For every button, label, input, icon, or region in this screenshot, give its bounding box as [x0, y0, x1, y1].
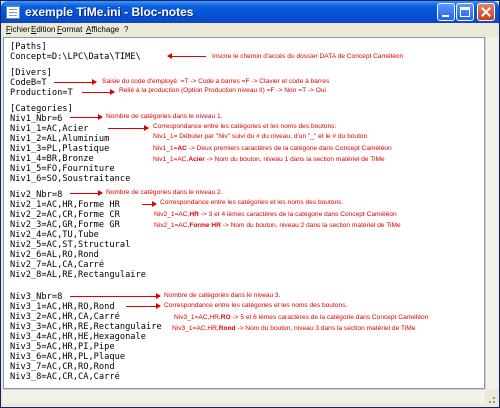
annotation-arrow — [108, 125, 149, 131]
line-niv3-4: Niv3_4=AC,HR,HE,Hexagonale — [10, 332, 146, 342]
annotation-arrow — [167, 53, 206, 59]
menu-bar: Fichier Edition Format Affichage ? — [1, 23, 499, 37]
line-niv1-nbr: Niv1_Nbr=6 — [10, 114, 63, 124]
line-niv3-6: Niv3_6=AC,HR,PL,Plaque — [10, 352, 126, 362]
line-concept: Concept=D:\LPC\Data\TIME\ — [10, 52, 141, 62]
menu-affichage[interactable]: Affichage — [86, 25, 119, 34]
text-editor[interactable]: [Paths] Concept=D:\LPC\Data\TIME\ [Diver… — [3, 37, 485, 389]
line-niv2-1: Niv2_1=AC,HR,Forme HR — [10, 200, 120, 210]
menu-help[interactable]: ? — [124, 25, 128, 34]
line-production: Production=T — [10, 88, 73, 98]
window-title: exemple TiMe.ini - Bloc-notes — [25, 5, 194, 19]
note-niv3-a: Niv3_1=AC,HR,RO -> 5 et 6 ièmes caractèr… — [174, 314, 429, 321]
line-categories: [Categories] — [10, 104, 73, 114]
notepad-icon — [6, 5, 20, 19]
note-niv1-b: Niv1_1=AC -> Deux premiers caractères de… — [153, 145, 392, 152]
line-codeb: CodeB=T — [10, 78, 47, 88]
notepad-window: exemple TiMe.ini - Bloc-notes Fichier Ed… — [0, 0, 500, 408]
line-divers: [Divers] — [10, 68, 52, 78]
line-niv1-1: Niv1_1=AC,Acier — [10, 124, 89, 134]
note-niv3-corr: Correspondance entre les catégories et l… — [164, 302, 348, 309]
annotation-arrow — [82, 89, 115, 95]
line-niv3-5: Niv3_5=AC,HR,PI,Pipe — [10, 342, 115, 352]
line-niv1-3: Niv1_3=PL,Plastique — [10, 144, 110, 154]
line-niv2-7: Niv2_7=AL,CA,Carré — [10, 260, 105, 270]
title-bar[interactable]: exemple TiMe.ini - Bloc-notes — [1, 1, 499, 23]
line-niv3-8: Niv3_8=AC,CR,CA,Carré — [10, 372, 120, 382]
vertical-scrollbar[interactable] — [485, 37, 498, 389]
resize-grip-icon[interactable] — [489, 397, 495, 403]
line-niv1-6: Niv1_6=SO,Soustraitance — [10, 174, 131, 184]
line-niv3-3: Niv3_3=AC,HR,RE,Rectangulaire — [10, 322, 162, 332]
maximize-icon[interactable] — [456, 3, 474, 21]
note-codeb: Saisie du code d'employé: =T -> Code à b… — [102, 78, 330, 85]
note-niv1-a: Niv1_1= Débuter par "Niv" suivi du # du … — [153, 133, 368, 140]
annotation-arrow — [54, 79, 97, 85]
line-niv3-1: Niv3_1=AC,HR,RO,Rond — [10, 302, 115, 312]
line-niv3-2: Niv3_2=AC,HR,CA,Carré — [10, 312, 120, 322]
line-niv2-3: Niv2_3=AC,GR,Forme GR — [10, 220, 120, 230]
line-niv1-4: Niv1_4=BR,Bronze — [10, 154, 94, 164]
line-niv3-nbr: Niv3_Nbr=8 — [10, 292, 63, 302]
note-production: Relié à la production (Option Production… — [119, 87, 326, 94]
annotation-arrow — [70, 114, 103, 120]
horizontal-scrollbar[interactable] — [3, 389, 485, 403]
annotation-arrow — [126, 303, 161, 309]
menu-edition[interactable]: Edition — [31, 25, 55, 34]
line-niv2-8: Niv2_8=AL,RE,Rectangulaire — [10, 270, 146, 280]
note-niv2-corr: Correspondance entre les catégories et l… — [160, 199, 344, 206]
line-niv2-nbr: Niv2_Nbr=8 — [10, 190, 63, 200]
line-paths: [Paths] — [10, 42, 47, 52]
note-niv3-nbr: Nombre de catégories dans le niveau 3. — [164, 292, 281, 299]
line-niv2-4: Niv2_4=AC,TU,Tube — [10, 230, 99, 240]
line-niv2-2: Niv2_2=AC,CR,Forme CR — [10, 210, 120, 220]
close-icon[interactable] — [477, 3, 495, 21]
note-niv3-b: Niv3_1=AC,HR,Rond -> Nom du bouton, nive… — [172, 325, 416, 332]
menu-format[interactable]: Format — [57, 25, 82, 34]
menu-fichier[interactable]: Fichier — [6, 25, 30, 34]
line-niv1-2: Niv1_2=AL,Aluminium — [10, 134, 110, 144]
note-niv1-corr: Correspondance entre les catégories et l… — [153, 123, 337, 130]
annotation-arrow — [142, 201, 157, 207]
line-niv2-5: Niv2_5=AC,ST,Structural — [10, 240, 131, 250]
line-niv2-6: Niv2_6=AL,RO,Rond — [10, 250, 99, 260]
annotation-arrow — [70, 293, 161, 299]
line-niv1-5: Niv1_5=FO,Fourniture — [10, 164, 115, 174]
note-niv1-c: Niv1_1=AC,Acier -> Nom du bouton, niveau… — [153, 156, 385, 163]
note-niv2-nbr: Nombre de catégories dans le niveau 2. — [106, 189, 223, 196]
note-niv2-a: Niv2_1=AC,HR -> 3 et 4 ièmes caractères … — [154, 211, 397, 218]
line-niv3-7: Niv3_7=AC,CR,RO,Rond — [10, 362, 115, 372]
annotation-arrow — [70, 190, 103, 196]
note-concept: Inscire le chemin d'accès du dossier DAT… — [212, 53, 404, 60]
note-niv1-nbr: Nombre de catégories dans le niveau 1. — [106, 113, 223, 120]
minimize-icon[interactable] — [437, 3, 455, 21]
note-niv2-b: Niv2_1=AC,Forme HR -> Nom du bouton, niv… — [154, 222, 401, 229]
